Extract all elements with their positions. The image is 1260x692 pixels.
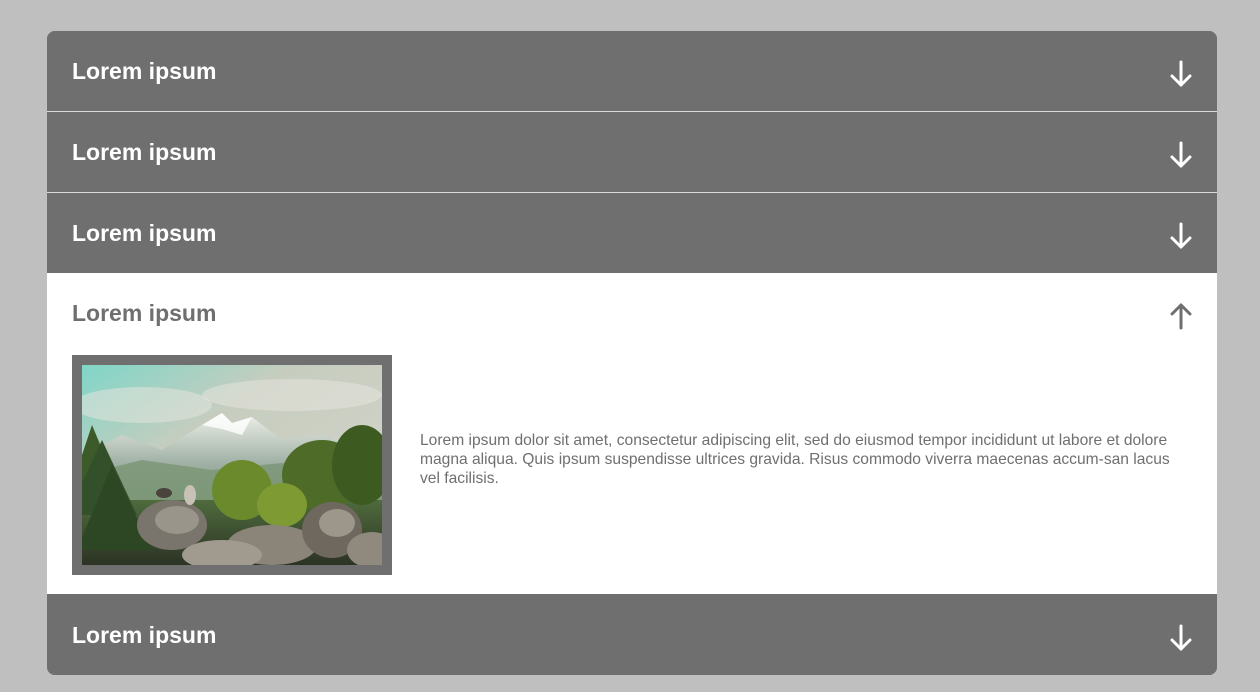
accordion-item-5: Lorem ipsum	[47, 595, 1217, 675]
accordion-header-4[interactable]: Lorem ipsum	[47, 273, 1217, 353]
accordion: Lorem ipsum Lorem ipsum Lorem ipsum Lore…	[47, 31, 1217, 675]
mountain-landscape-photo	[72, 355, 392, 575]
accordion-title-5: Lorem ipsum	[72, 622, 217, 648]
arrow-up-icon[interactable]	[1170, 302, 1192, 330]
accordion-item-2: Lorem ipsum	[47, 112, 1217, 192]
arrow-down-icon[interactable]	[1170, 624, 1192, 652]
accordion-header-2[interactable]: Lorem ipsum	[47, 112, 1217, 192]
accordion-header-1[interactable]: Lorem ipsum	[47, 31, 1217, 111]
accordion-item-3: Lorem ipsum	[47, 193, 1217, 273]
accordion-item-4: Lorem ipsum Lorem ipsum dolor sit amet, …	[47, 273, 1217, 594]
accordion-title-2: Lorem ipsum	[72, 139, 217, 165]
accordion-panel-4: Lorem ipsum dolor sit amet, consectetur …	[47, 353, 1217, 594]
accordion-title-4: Lorem ipsum	[72, 300, 217, 326]
accordion-item-1: Lorem ipsum	[47, 31, 1217, 111]
accordion-header-5[interactable]: Lorem ipsum	[47, 595, 1217, 675]
accordion-panel-text: Lorem ipsum dolor sit amet, consectetur …	[420, 432, 1170, 487]
accordion-header-3[interactable]: Lorem ipsum	[47, 193, 1217, 273]
accordion-title-3: Lorem ipsum	[72, 220, 217, 246]
accordion-title-1: Lorem ipsum	[72, 58, 217, 84]
arrow-down-icon[interactable]	[1170, 222, 1192, 250]
arrow-down-icon[interactable]	[1170, 141, 1192, 169]
arrow-down-icon[interactable]	[1170, 60, 1192, 88]
